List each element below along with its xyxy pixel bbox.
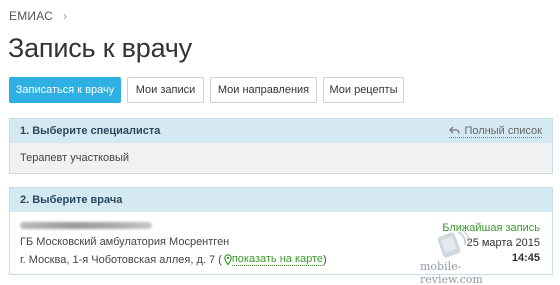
paren-close: ): [323, 253, 327, 266]
doctor-step-title: 2. Выберите врача: [20, 194, 123, 206]
tab-make-appointment[interactable]: Записаться к врачу: [9, 77, 121, 103]
page-title: Запись к врачу: [8, 33, 192, 63]
back-arrow-icon: [449, 126, 461, 134]
breadcrumb-separator-icon: ›: [63, 9, 68, 23]
selected-specialist: Терапевт участковый: [20, 152, 130, 164]
specialist-step-title: 1. Выберите специалиста: [20, 125, 161, 137]
tab-my-prescriptions[interactable]: Мои рецепты: [323, 77, 404, 103]
paren-open: (: [215, 253, 222, 266]
specialist-panel: 1. Выберите специалиста Полный список Те…: [9, 118, 553, 174]
show-on-map-link[interactable]: показать на карте: [224, 253, 324, 266]
doctor-panel-header: 2. Выберите врача: [10, 188, 552, 212]
selected-specialist-row[interactable]: Терапевт участковый: [10, 143, 552, 173]
clinic-address: г. Москва, 1-я Чоботовская аллея, д. 7 (…: [20, 253, 327, 266]
tab-bar: Записаться к врачу Мои записи Мои направ…: [9, 77, 404, 103]
watermark-text: mobile-review.com: [420, 260, 483, 285]
watermark: mobile-review.com: [418, 228, 500, 285]
specialist-panel-header: 1. Выберите специалиста Полный список: [10, 119, 552, 143]
tab-my-referrals[interactable]: Мои направления: [210, 77, 317, 103]
full-list-link[interactable]: Полный список: [449, 125, 542, 138]
address-text: г. Москва, 1-я Чоботовская аллея, д. 7: [20, 253, 216, 266]
full-list-label: Полный список: [464, 124, 542, 137]
breadcrumb: ЕМИАС ›: [9, 9, 67, 23]
doctor-name-blurred: [20, 222, 152, 229]
clinic-name: ГБ Московский амбулатория Мосрентген: [20, 236, 230, 248]
tab-my-appointments[interactable]: Мои записи: [127, 77, 204, 103]
appointment-time: 14:45: [511, 252, 540, 264]
breadcrumb-item-emias[interactable]: ЕМИАС: [9, 9, 53, 23]
watermark-logo-icon: [437, 228, 471, 258]
map-pin-icon: [224, 254, 232, 265]
show-on-map-label: показать на карте: [231, 253, 324, 266]
